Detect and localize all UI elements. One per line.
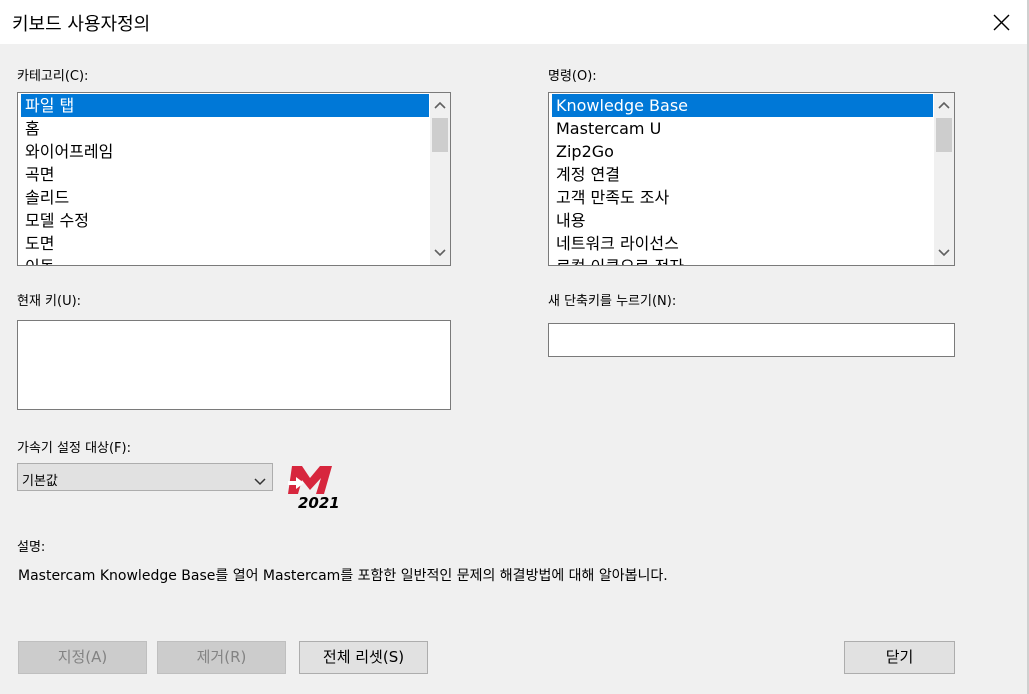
description-label: 설명: [17, 540, 46, 555]
category-scrollbar[interactable] [430, 93, 450, 265]
category-item[interactable]: 곡면 [21, 163, 429, 186]
accelerator-label: 가속기 설정 대상(F): [17, 441, 131, 456]
category-item[interactable]: 도면 [21, 232, 429, 255]
scroll-thumb[interactable] [936, 118, 952, 152]
category-items: 파일 탭 홈 와이어프레임 곡면 솔리드 모델 수정 도면 이동 [21, 94, 429, 265]
command-item[interactable]: Mastercam U [552, 117, 933, 140]
command-listbox[interactable]: Knowledge Base Mastercam U Zip2Go 계정 연결 … [548, 92, 955, 266]
command-item[interactable]: 내용 [552, 209, 933, 232]
category-item[interactable]: 홈 [21, 117, 429, 140]
command-item[interactable]: 네트워크 라이선스 [552, 232, 933, 255]
current-key-box[interactable] [17, 320, 451, 410]
category-item[interactable]: 솔리드 [21, 186, 429, 209]
accelerator-dropdown[interactable]: 기본값 [17, 463, 273, 491]
command-scrollbar[interactable] [934, 93, 954, 265]
accelerator-selected: 기본값 [22, 474, 58, 489]
command-label: 명령(O): [548, 69, 597, 84]
close-button[interactable]: 닫기 [844, 641, 955, 674]
new-shortcut-label: 새 단축키를 누르기(N): [548, 294, 677, 309]
scroll-thumb[interactable] [432, 118, 448, 152]
title-bar: 키보드 사용자정의 [0, 0, 1029, 44]
command-items: Knowledge Base Mastercam U Zip2Go 계정 연결 … [552, 94, 933, 265]
category-listbox[interactable]: 파일 탭 홈 와이어프레임 곡면 솔리드 모델 수정 도면 이동 [17, 92, 451, 266]
scroll-up-icon[interactable] [430, 95, 450, 115]
category-item[interactable]: 모델 수정 [21, 209, 429, 232]
command-item[interactable]: 고객 만족도 조사 [552, 186, 933, 209]
category-item[interactable]: 이동 [21, 255, 429, 265]
assign-button[interactable]: 지정(A) [18, 641, 147, 674]
chevron-down-icon [254, 472, 266, 486]
close-icon[interactable] [982, 4, 1020, 40]
reset-all-button[interactable]: 전체 리셋(S) [299, 641, 428, 674]
current-key-label: 현재 키(U): [17, 294, 82, 309]
logo-year: 2021 [298, 494, 340, 512]
scroll-up-icon[interactable] [934, 95, 954, 115]
command-item[interactable]: 로컬 이클오로 전자 [552, 255, 933, 265]
description-text: Mastercam Knowledge Base를 열어 Mastercam를 … [18, 568, 668, 584]
scroll-down-icon[interactable] [430, 243, 450, 263]
command-item[interactable]: 계정 연결 [552, 163, 933, 186]
remove-button[interactable]: 제거(R) [157, 641, 286, 674]
category-item[interactable]: 파일 탭 [21, 94, 429, 117]
scroll-down-icon[interactable] [934, 243, 954, 263]
command-item[interactable]: Knowledge Base [552, 94, 933, 117]
window-title: 키보드 사용자정의 [12, 14, 151, 35]
category-item[interactable]: 와이어프레임 [21, 140, 429, 163]
new-shortcut-input[interactable] [548, 323, 955, 357]
category-label: 카테고리(C): [17, 69, 89, 84]
command-item[interactable]: Zip2Go [552, 140, 933, 163]
